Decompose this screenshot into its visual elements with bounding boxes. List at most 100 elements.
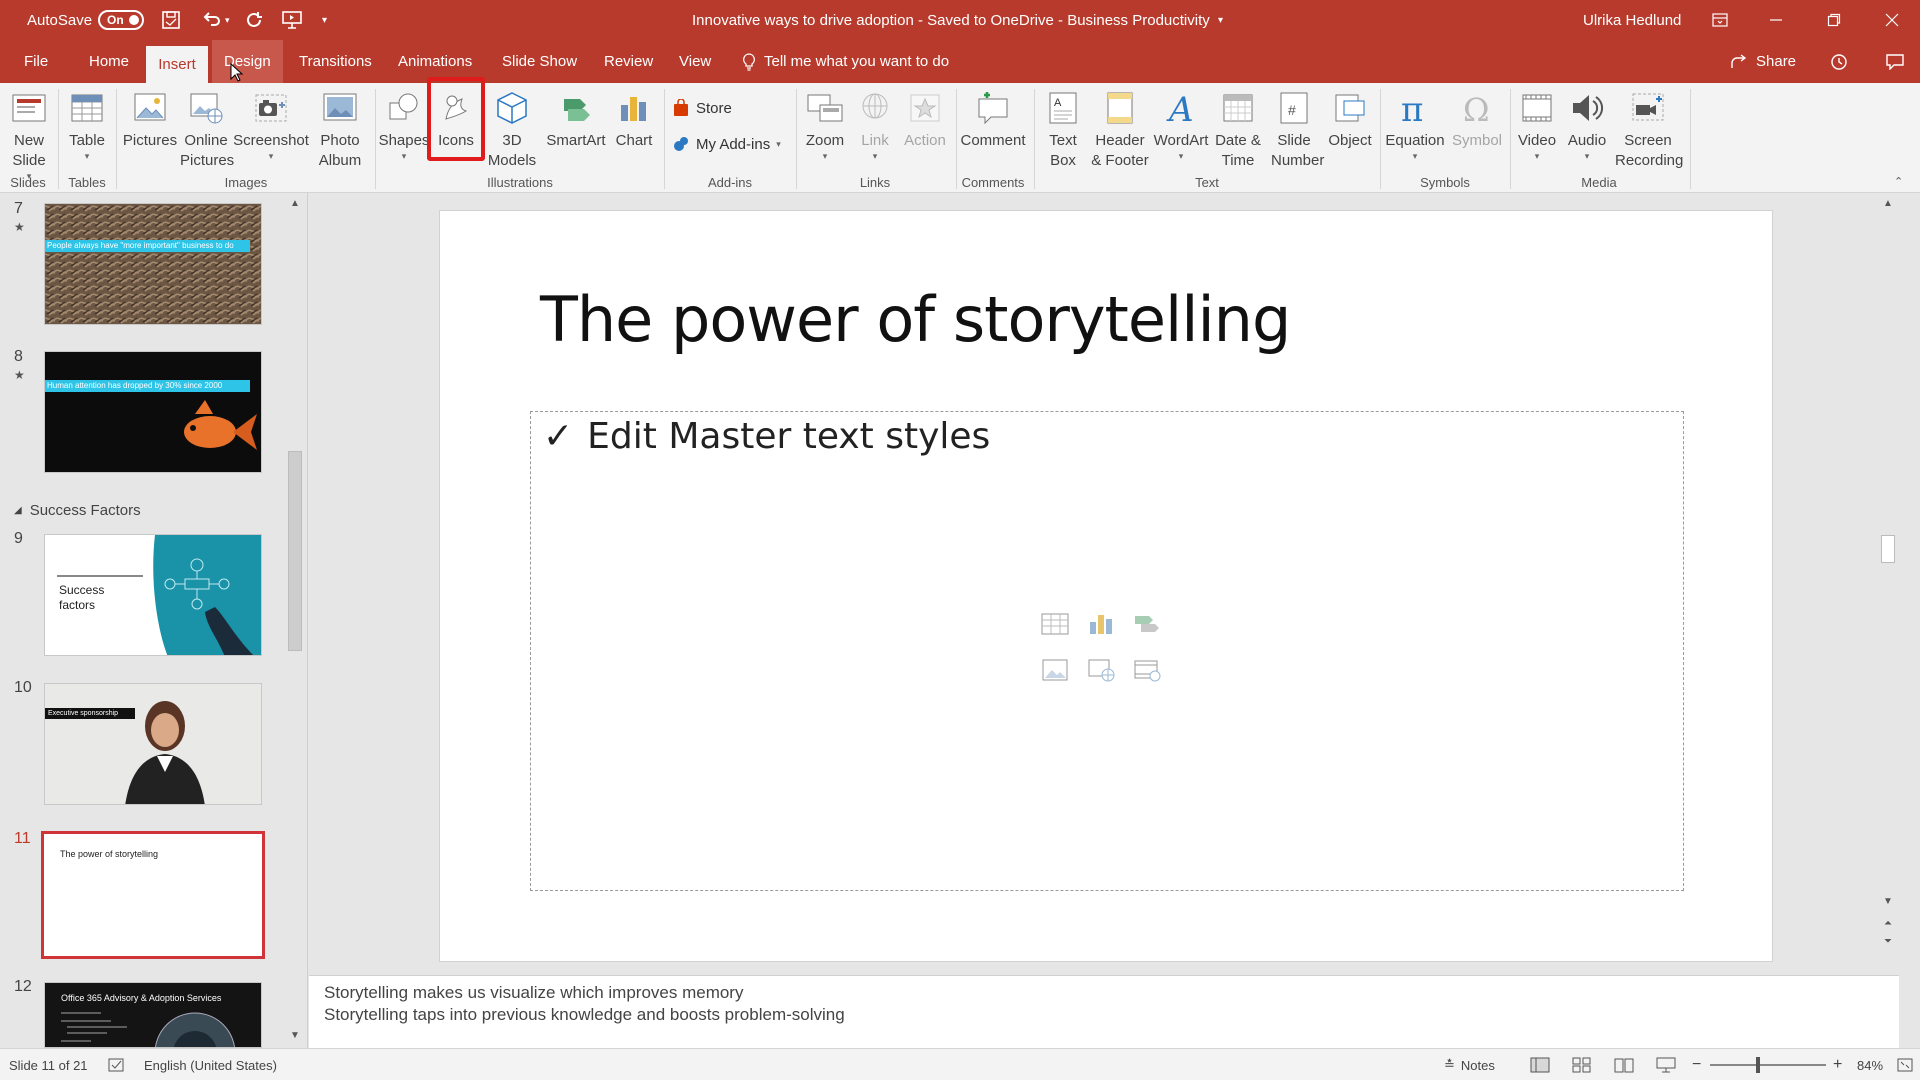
insert-table-icon[interactable] bbox=[1041, 612, 1069, 636]
current-slide[interactable]: The power of storytelling ✓ Edit Master … bbox=[439, 210, 1773, 962]
user-name[interactable]: Ulrika Hedlund bbox=[1583, 0, 1681, 40]
object-button[interactable]: Object bbox=[1324, 87, 1376, 151]
scroll-down-icon[interactable]: ▼ bbox=[1879, 893, 1897, 909]
zoom-in-icon[interactable]: + bbox=[1833, 1049, 1842, 1080]
tab-transitions[interactable]: Transitions bbox=[287, 40, 384, 83]
content-placeholder[interactable]: ✓ Edit Master text styles bbox=[530, 411, 1684, 891]
thumbnail-slide-12[interactable]: Office 365 Advisory & Adoption Services bbox=[44, 982, 262, 1048]
section-success-factors[interactable]: ◢ Success Factors bbox=[14, 502, 141, 519]
spelling-icon[interactable] bbox=[108, 1049, 126, 1080]
customize-qat-icon[interactable]: ▾ bbox=[322, 0, 327, 40]
minimize-icon[interactable] bbox=[1748, 0, 1804, 40]
undo-icon[interactable]: ▾ bbox=[200, 0, 230, 40]
slide-number-button[interactable]: # Slide Number bbox=[1266, 87, 1324, 171]
autosave-state[interactable]: On bbox=[98, 10, 144, 30]
tab-design[interactable]: Design bbox=[212, 40, 283, 83]
equation-button[interactable]: π Equation ▾ bbox=[1384, 87, 1446, 161]
thumbnail-slide-8[interactable]: Human attention has dropped by 30% since… bbox=[44, 351, 262, 473]
collapse-section-icon[interactable]: ◢ bbox=[14, 505, 22, 516]
tell-me-box[interactable]: Tell me what you want to do bbox=[730, 40, 961, 83]
insert-smartart-icon[interactable] bbox=[1133, 612, 1161, 636]
slide-title[interactable]: The power of storytelling bbox=[540, 283, 1291, 356]
scroll-up-icon[interactable]: ▲ bbox=[286, 195, 304, 211]
comment-button[interactable]: Comment bbox=[958, 87, 1028, 151]
scrollbar-thumb[interactable] bbox=[288, 451, 302, 651]
slide-sorter-icon[interactable] bbox=[1572, 1057, 1592, 1073]
scrollbar-thumb[interactable] bbox=[1881, 535, 1895, 563]
tab-insert[interactable]: Insert bbox=[146, 46, 208, 83]
scroll-down-icon[interactable]: ▼ bbox=[286, 1027, 304, 1043]
screenshot-button[interactable]: Screenshot ▾ bbox=[233, 87, 309, 161]
bullet-item[interactable]: ✓ Edit Master text styles bbox=[543, 416, 990, 457]
link-button[interactable]: Link ▾ bbox=[852, 87, 898, 161]
video-button[interactable]: Video ▾ bbox=[1514, 87, 1560, 161]
history-icon[interactable] bbox=[1818, 40, 1860, 83]
fit-to-window-icon[interactable] bbox=[1896, 1057, 1916, 1073]
zoom-level[interactable]: 84% bbox=[1857, 1049, 1883, 1080]
omega-icon: Ω bbox=[1457, 87, 1497, 129]
thumbnail-slide-11[interactable]: The power of storytelling bbox=[41, 831, 265, 959]
slide-counter: Slide 11 of 21 bbox=[9, 1057, 88, 1073]
insert-online-picture-icon[interactable] bbox=[1087, 658, 1115, 682]
date-time-button[interactable]: Date & Time bbox=[1212, 87, 1264, 171]
pictures-label: Pictures bbox=[122, 132, 178, 149]
insert-picture-icon[interactable] bbox=[1041, 658, 1069, 682]
thumbnail-scrollbar[interactable]: ▲ ▼ bbox=[286, 193, 304, 1048]
chart-button[interactable]: Chart bbox=[610, 87, 658, 151]
zoom-slider[interactable] bbox=[1710, 1064, 1826, 1066]
next-slide-icon[interactable]: ⏷ bbox=[1879, 933, 1897, 949]
scroll-up-icon[interactable]: ▲ bbox=[1879, 195, 1897, 211]
normal-view-icon[interactable] bbox=[1530, 1057, 1550, 1073]
shapes-button[interactable]: Shapes ▾ bbox=[379, 87, 429, 161]
title-dropdown-icon[interactable]: ▾ bbox=[1218, 0, 1223, 40]
zoom-out-icon[interactable]: − bbox=[1692, 1049, 1701, 1080]
comments-icon[interactable] bbox=[1874, 40, 1916, 83]
tab-review[interactable]: Review bbox=[592, 40, 665, 83]
tab-slide-show[interactable]: Slide Show bbox=[490, 40, 589, 83]
tab-file[interactable]: File bbox=[12, 40, 60, 83]
share-button[interactable]: Share bbox=[1718, 40, 1808, 83]
online-pictures-button[interactable]: Online Pictures bbox=[180, 87, 234, 171]
header-footer-button[interactable]: Header & Footer bbox=[1090, 87, 1150, 171]
slide-scrollbar[interactable]: ▲ ▼ ⏶ ⏷ bbox=[1879, 193, 1897, 975]
language-indicator[interactable]: English (United States) bbox=[144, 1049, 277, 1080]
thumbnail-slide-9[interactable]: Success factors bbox=[44, 534, 262, 656]
new-slide-button[interactable]: New Slide ▾ bbox=[6, 87, 52, 181]
thumbnail-slide-7[interactable]: People always have "more important" busi… bbox=[44, 203, 262, 325]
previous-slide-icon[interactable]: ⏶ bbox=[1879, 915, 1897, 931]
ribbon-display-icon[interactable] bbox=[1692, 0, 1748, 40]
screen-recording-button[interactable]: Screen Recording bbox=[1612, 87, 1684, 171]
zoom-slider-thumb[interactable] bbox=[1756, 1057, 1760, 1073]
insert-video-icon[interactable] bbox=[1133, 658, 1161, 682]
wordart-button[interactable]: A WordArt ▾ bbox=[1152, 87, 1210, 161]
tab-view[interactable]: View bbox=[667, 40, 723, 83]
slide-show-icon[interactable] bbox=[1656, 1057, 1676, 1073]
thumbnail-slide-10[interactable]: Executive sponsorship bbox=[44, 683, 262, 805]
collapse-ribbon-icon[interactable]: ⌃ bbox=[1894, 175, 1903, 188]
present-icon[interactable] bbox=[280, 0, 304, 40]
notes-pane[interactable]: Storytelling makes us visualize which im… bbox=[309, 975, 1899, 1048]
insert-chart-icon[interactable] bbox=[1087, 612, 1115, 636]
action-button[interactable]: Action bbox=[900, 87, 950, 151]
photo-album-button[interactable]: Photo Album bbox=[312, 87, 368, 171]
restore-icon[interactable] bbox=[1806, 0, 1862, 40]
tab-home[interactable]: Home bbox=[77, 40, 141, 83]
audio-button[interactable]: Audio ▾ bbox=[1562, 87, 1612, 161]
zoom-button[interactable]: Zoom ▾ bbox=[800, 87, 850, 161]
store-button[interactable]: Store bbox=[672, 99, 732, 117]
pictures-button[interactable]: Pictures bbox=[122, 87, 178, 151]
text-box-button[interactable]: A Text Box bbox=[1038, 87, 1088, 171]
save-icon[interactable] bbox=[160, 0, 182, 40]
notes-button[interactable]: ≛ Notes bbox=[1444, 1049, 1495, 1080]
table-button[interactable]: Table ▾ bbox=[64, 87, 110, 161]
close-icon[interactable] bbox=[1864, 0, 1920, 40]
smartart-button[interactable]: SmartArt bbox=[544, 87, 608, 151]
reading-view-icon[interactable] bbox=[1614, 1057, 1634, 1073]
pictures-icon bbox=[130, 87, 170, 129]
symbol-button[interactable]: Ω Symbol bbox=[1448, 87, 1506, 151]
redo-icon[interactable] bbox=[244, 0, 266, 40]
my-addins-button[interactable]: My Add-ins ▾ bbox=[672, 135, 781, 153]
3d-models-button[interactable]: 3D Models bbox=[484, 87, 540, 171]
slide-number-11: 11 bbox=[14, 830, 31, 847]
autosave-toggle[interactable]: On bbox=[98, 0, 144, 40]
